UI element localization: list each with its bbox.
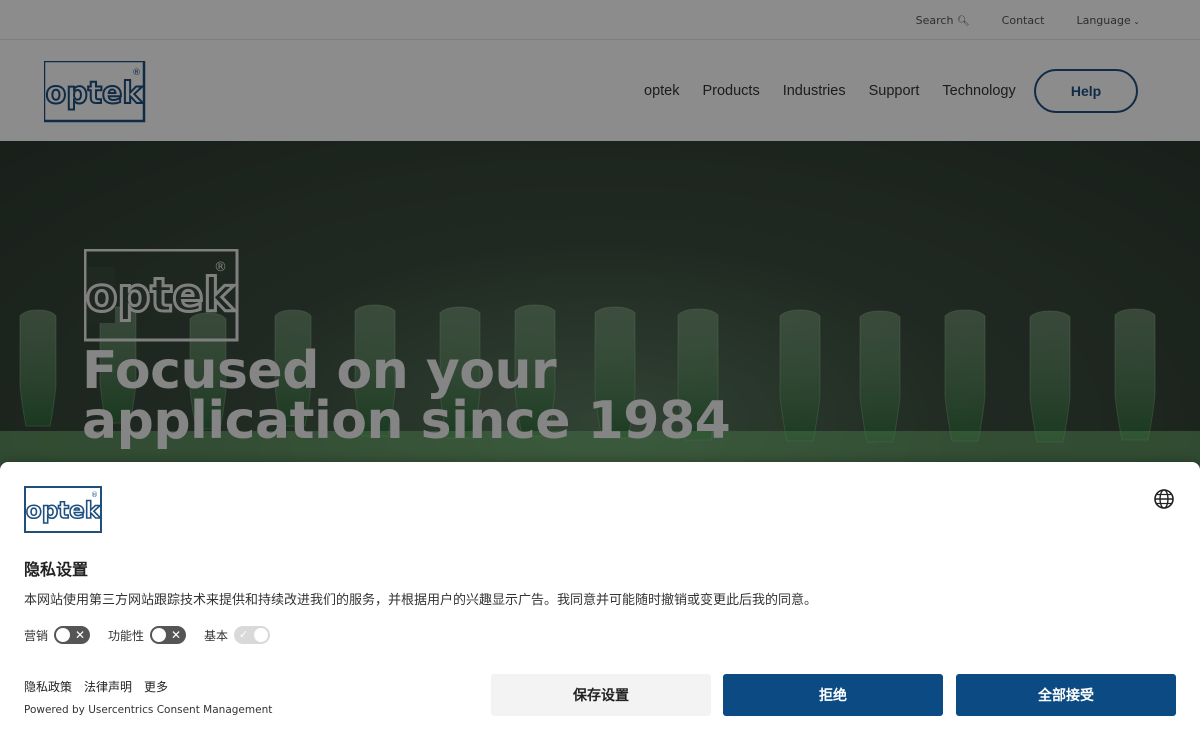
consent-description: 本网站使用第三方网站跟踪技术来提供和持续改进我们的服务，并根据用户的兴趣显示广告… bbox=[24, 593, 818, 608]
consent-title: 隐私设置 bbox=[24, 560, 89, 579]
nav-item-industries[interactable]: Industries bbox=[783, 83, 846, 99]
legal-notice-link[interactable]: 法律声明 bbox=[84, 678, 132, 695]
marketing-toggle-label: 营销 bbox=[24, 628, 49, 643]
marketing-toggle[interactable]: ✕ bbox=[54, 626, 91, 644]
search-link-label: Search bbox=[915, 13, 954, 27]
registered-mark: ® bbox=[132, 68, 141, 78]
x-icon: ✕ bbox=[74, 628, 86, 642]
more-link[interactable]: 更多 bbox=[144, 678, 168, 695]
search-link[interactable]: Search 🔍︎ bbox=[916, 14, 970, 27]
hero-headline-line-2: application since 1984 bbox=[82, 391, 731, 451]
hero-banner: optek ® Focused on your application sinc… bbox=[0, 141, 1200, 471]
language-dropdown[interactable]: Language ⌄ bbox=[1076, 14, 1140, 27]
save-settings-button[interactable]: 保存设置 bbox=[491, 674, 711, 716]
essential-toggle: ✓ bbox=[234, 626, 271, 644]
consent-logo-wordmark: optek bbox=[26, 498, 101, 524]
powered-by-text: Powered by Usercentrics Consent Manageme… bbox=[24, 704, 273, 716]
utility-bar: Search 🔍︎ Contact Language ⌄ bbox=[0, 0, 1200, 40]
nav-item-technology[interactable]: Technology bbox=[942, 83, 1015, 99]
optek-logo[interactable]: optek ® bbox=[44, 61, 148, 123]
hero-optek-logo: optek ® bbox=[84, 249, 239, 342]
hero-headline-line-1: Focused on your bbox=[82, 341, 557, 401]
accept-all-button[interactable]: 全部接受 bbox=[956, 674, 1176, 716]
utility-links: Search 🔍︎ Contact Language ⌄ bbox=[916, 0, 1140, 40]
hero-logo-wordmark: optek bbox=[86, 268, 236, 322]
contact-link[interactable]: Contact bbox=[1002, 14, 1045, 27]
language-label: Language bbox=[1076, 13, 1131, 27]
globe-icon[interactable] bbox=[1153, 488, 1175, 510]
consent-registered-mark: ® bbox=[91, 491, 98, 499]
deny-button[interactable]: 拒绝 bbox=[723, 674, 943, 716]
nav-item-support[interactable]: Support bbox=[869, 83, 920, 99]
search-icon: 🔍︎ bbox=[956, 15, 970, 27]
functional-toggle-label: 功能性 bbox=[108, 628, 145, 643]
hero-headline: Focused on your application since 1984 bbox=[82, 341, 731, 451]
logo-wordmark: optek bbox=[46, 76, 144, 111]
help-button[interactable]: Help bbox=[1034, 69, 1138, 113]
nav-links: optek Products Industries Support Techno… bbox=[644, 41, 1016, 141]
functional-toggle[interactable]: ✕ bbox=[150, 626, 187, 644]
consent-optek-logo: optek ® bbox=[24, 486, 102, 533]
consent-toggles: 营销 ✕ 功能性 ✕ 基本 ✓ bbox=[24, 626, 288, 644]
toggle-knob bbox=[254, 628, 269, 642]
nav-item-optek[interactable]: optek bbox=[644, 83, 679, 99]
privacy-consent-banner: optek ® 隐私设置 本网站使用第三方网站跟踪技术来提供和持续改进我们的服务… bbox=[0, 462, 1200, 740]
privacy-policy-link[interactable]: 隐私政策 bbox=[24, 678, 72, 695]
chevron-down-icon: ⌄ bbox=[1130, 16, 1140, 26]
toggle-knob bbox=[56, 628, 71, 642]
essential-toggle-label: 基本 bbox=[204, 628, 229, 643]
check-icon: ✓ bbox=[239, 628, 249, 641]
nav-item-products[interactable]: Products bbox=[702, 83, 759, 99]
hero-registered-mark: ® bbox=[214, 260, 227, 275]
main-navigation: optek ® optek Products Industries Suppor… bbox=[0, 41, 1200, 141]
consent-links: 隐私政策 法律声明 更多 bbox=[24, 678, 168, 695]
toggle-knob bbox=[152, 628, 167, 642]
x-icon: ✕ bbox=[170, 628, 182, 642]
